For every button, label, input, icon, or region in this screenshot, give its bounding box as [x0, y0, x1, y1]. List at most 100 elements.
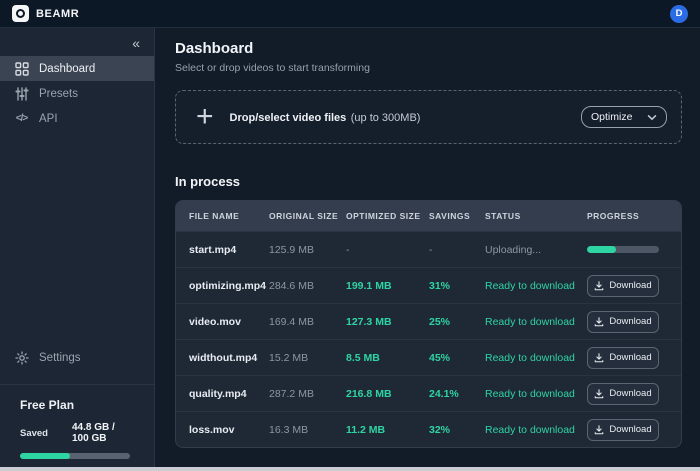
table-row: video.mov 169.4 MB 127.3 MB 25% Ready to…	[176, 303, 681, 339]
table-row: widthout.mp4 15.2 MB 8.5 MB 45% Ready to…	[176, 339, 681, 375]
page-subtitle: Select or drop videos to start transform…	[175, 62, 682, 74]
cell-progress: Download	[587, 311, 681, 333]
cell-status: Uploading...	[485, 244, 587, 256]
dropzone[interactable]: + Drop/select video files (up to 300MB) …	[175, 90, 682, 144]
sidebar-item-api[interactable]: </> API	[0, 106, 154, 131]
table-row: loss.mov 16.3 MB 11.2 MB 32% Ready to do…	[176, 411, 681, 447]
mode-select-value: Optimize	[591, 111, 632, 123]
column-header: ORIGINAL SIZE	[269, 211, 346, 221]
download-label: Download	[609, 424, 651, 435]
cell-optimized-size: 216.8 MB	[346, 388, 429, 400]
main-content: Dashboard Select or drop videos to start…	[155, 28, 700, 471]
column-header: OPTIMIZED SIZE	[346, 211, 429, 221]
download-icon	[594, 281, 604, 291]
download-button[interactable]: Download	[587, 347, 659, 369]
cell-progress: Download	[587, 419, 681, 441]
column-header: SAVINGS	[429, 211, 485, 221]
sidebar-collapse-icon[interactable]: «	[132, 36, 140, 50]
sidebar-item-label: API	[39, 113, 58, 125]
table-header: FILE NAME ORIGINAL SIZE OPTIMIZED SIZE S…	[176, 201, 681, 231]
mode-select[interactable]: Optimize	[581, 106, 667, 128]
download-label: Download	[609, 316, 651, 327]
gear-icon	[14, 350, 29, 365]
cell-savings: -	[429, 244, 485, 256]
plan-name: Free Plan	[20, 398, 134, 412]
sidebar-item-dashboard[interactable]: Dashboard	[0, 56, 154, 81]
horizontal-scrollbar[interactable]	[0, 467, 700, 471]
cell-optimized-size: 127.3 MB	[346, 316, 429, 328]
download-icon	[594, 425, 604, 435]
cell-savings: 32%	[429, 424, 485, 436]
cell-status: Ready to download	[485, 280, 587, 292]
cell-savings: 25%	[429, 316, 485, 328]
brand[interactable]: BEAMR	[12, 5, 79, 22]
download-button[interactable]: Download	[587, 275, 659, 297]
cell-savings: 24.1%	[429, 388, 485, 400]
sidebar-nav: Dashboard Presets </> API	[0, 56, 154, 131]
plus-icon: +	[196, 102, 214, 132]
page-title: Dashboard	[175, 40, 682, 57]
code-icon: </>	[14, 111, 29, 126]
brand-name: BEAMR	[36, 8, 79, 20]
cell-original-size: 15.2 MB	[269, 352, 346, 364]
cell-status: Ready to download	[485, 316, 587, 328]
cell-optimized-size: 11.2 MB	[346, 424, 429, 436]
download-icon	[594, 389, 604, 399]
sidebar-item-label: Presets	[39, 88, 78, 100]
topbar: BEAMR D	[0, 0, 700, 28]
upload-progress-bar	[587, 246, 659, 253]
table-row: quality.mp4 287.2 MB 216.8 MB 24.1% Read…	[176, 375, 681, 411]
plan-progress-bar	[20, 453, 130, 459]
cell-file-name: video.mov	[189, 316, 269, 328]
download-button[interactable]: Download	[587, 311, 659, 333]
beamr-logo-icon	[12, 5, 29, 22]
plan-progress-fill	[20, 453, 70, 459]
cell-original-size: 284.6 MB	[269, 280, 346, 292]
sidebar-item-presets[interactable]: Presets	[0, 81, 154, 106]
download-button[interactable]: Download	[587, 419, 659, 441]
table-row: optimizing.mp4 284.6 MB 199.1 MB 31% Rea…	[176, 267, 681, 303]
plan-saved-value: 44.8 GB / 100 GB	[72, 422, 134, 444]
cell-optimized-size: -	[346, 244, 429, 256]
column-header: STATUS	[485, 211, 587, 221]
sidebar: « Dashboard Presets	[0, 28, 155, 471]
plan-panel: Free Plan Saved 44.8 GB / 100 GB	[0, 384, 154, 471]
cell-original-size: 16.3 MB	[269, 424, 346, 436]
in-process-table: FILE NAME ORIGINAL SIZE OPTIMIZED SIZE S…	[175, 200, 682, 448]
cell-file-name: optimizing.mp4	[189, 280, 269, 292]
download-icon	[594, 353, 604, 363]
cell-original-size: 287.2 MB	[269, 388, 346, 400]
sidebar-item-settings[interactable]: Settings	[0, 345, 154, 370]
cell-progress	[587, 246, 681, 253]
column-header: PROGRESS	[587, 211, 681, 221]
section-title: In process	[175, 174, 682, 189]
cell-original-size: 125.9 MB	[269, 244, 346, 256]
cell-progress: Download	[587, 383, 681, 405]
cell-original-size: 169.4 MB	[269, 316, 346, 328]
settings-label: Settings	[39, 352, 81, 364]
table-body: start.mp4 125.9 MB - - Uploading... opti…	[176, 231, 681, 447]
download-label: Download	[609, 388, 651, 399]
cell-progress: Download	[587, 275, 681, 297]
cell-status: Ready to download	[485, 388, 587, 400]
cell-progress: Download	[587, 347, 681, 369]
cell-status: Ready to download	[485, 424, 587, 436]
cell-file-name: quality.mp4	[189, 388, 269, 400]
cell-optimized-size: 8.5 MB	[346, 352, 429, 364]
plan-saved-label: Saved	[20, 428, 48, 439]
download-label: Download	[609, 280, 651, 291]
chevron-down-icon	[647, 114, 657, 121]
download-icon	[594, 317, 604, 327]
sidebar-item-label: Dashboard	[39, 63, 95, 75]
cell-file-name: start.mp4	[189, 244, 269, 256]
table-row: start.mp4 125.9 MB - - Uploading...	[176, 231, 681, 267]
cell-status: Ready to download	[485, 352, 587, 364]
grid-icon	[14, 61, 29, 76]
download-label: Download	[609, 352, 651, 363]
dropzone-note: (up to 300MB)	[351, 112, 421, 124]
download-button[interactable]: Download	[587, 383, 659, 405]
user-avatar[interactable]: D	[670, 5, 688, 23]
cell-optimized-size: 199.1 MB	[346, 280, 429, 292]
column-header: FILE NAME	[189, 211, 269, 221]
cell-file-name: loss.mov	[189, 424, 269, 436]
